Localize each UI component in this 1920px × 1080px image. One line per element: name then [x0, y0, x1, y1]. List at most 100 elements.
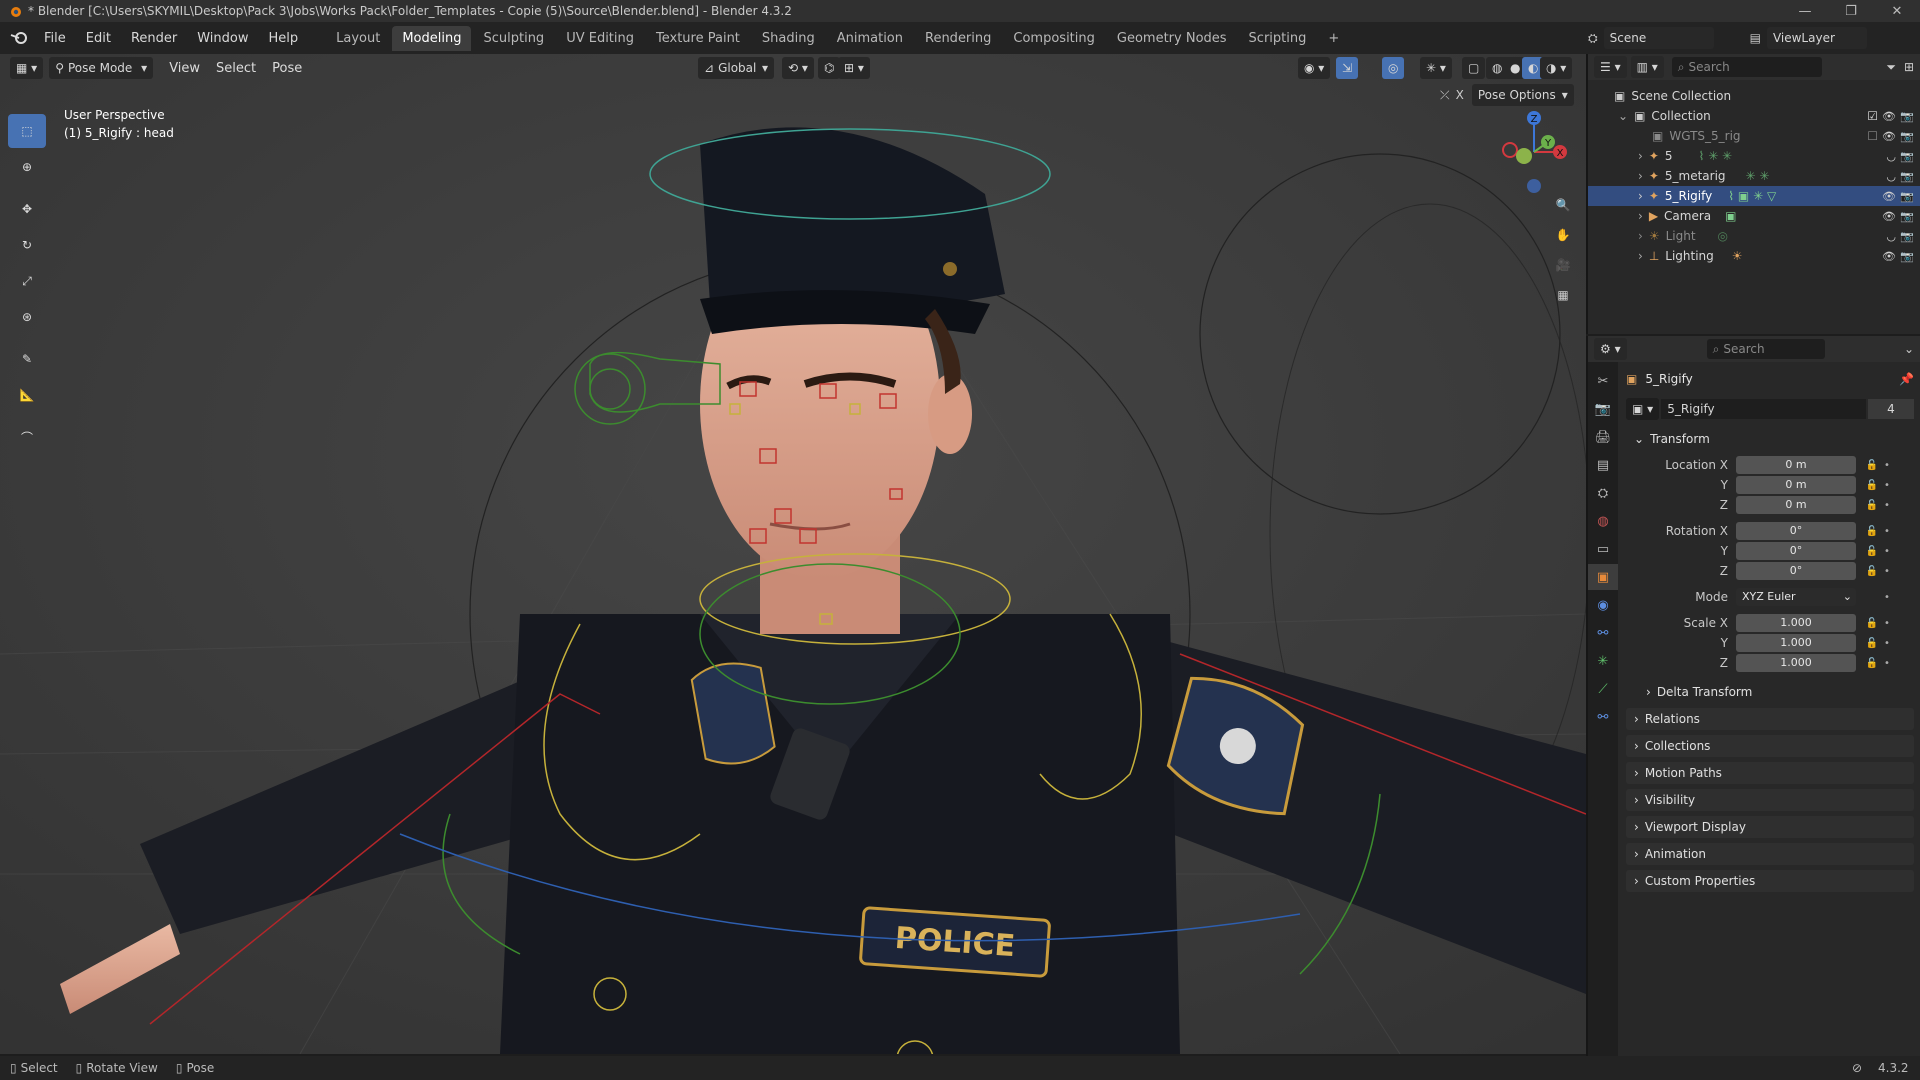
scale-x-field[interactable]: 1.000 — [1736, 614, 1856, 632]
keyframe-dot-icon[interactable]: • — [1882, 566, 1892, 577]
menu-render[interactable]: Render — [121, 31, 187, 46]
pan-hand-icon[interactable]: ✋ — [1548, 220, 1578, 250]
eye-closed-icon[interactable]: ◡ — [1886, 170, 1896, 183]
eye-closed-icon[interactable]: ◡ — [1886, 150, 1896, 163]
camera-render-icon[interactable]: 📷 — [1900, 230, 1914, 243]
keyframe-dot-icon[interactable]: • — [1882, 500, 1892, 511]
ortho-grid-icon[interactable]: ▦ — [1548, 280, 1578, 310]
tab-scene[interactable]: ⛭ — [1588, 480, 1618, 506]
tab-render[interactable]: 📷 — [1588, 396, 1618, 422]
snap-target-button[interactable]: ⊞ ▾ — [838, 57, 870, 79]
lock-icon[interactable]: 🔓 — [1862, 618, 1882, 629]
keyframe-dot-icon[interactable]: • — [1882, 546, 1892, 557]
outliner-row-5[interactable]: › ✦ 5 ⌇ ✳ ✳ ◡ 📷 — [1588, 146, 1920, 166]
lock-icon[interactable]: 🔓 — [1862, 500, 1882, 511]
expand-icon[interactable]: › — [1638, 229, 1643, 243]
tab-view-layer[interactable]: ▤ — [1588, 452, 1618, 478]
outliner-display-mode[interactable]: ▥ ▾ — [1630, 56, 1664, 78]
camera-render-icon[interactable]: 📷 — [1900, 150, 1914, 163]
camera-render-icon[interactable]: 📷 — [1900, 130, 1914, 143]
lock-icon[interactable]: 🔓 — [1862, 460, 1882, 471]
rotation-y-field[interactable]: 0° — [1736, 542, 1856, 560]
view-layer-selector[interactable]: ViewLayer — [1766, 27, 1867, 49]
tab-uv-editing[interactable]: UV Editing — [556, 26, 644, 51]
relax-pose-tool[interactable]: ⌒ — [8, 420, 46, 454]
keyframe-dot-icon[interactable]: • — [1882, 480, 1892, 491]
close-button[interactable]: ✕ — [1874, 0, 1920, 22]
minimize-button[interactable]: — — [1782, 0, 1828, 22]
tab-world[interactable]: ◍ — [1588, 508, 1618, 534]
tab-tool[interactable]: ✂ — [1588, 368, 1618, 394]
outliner-row-lighting[interactable]: › ⊥ Lighting ☀ 👁 📷 — [1588, 246, 1920, 266]
xray-toggle[interactable]: ▢ — [1462, 57, 1486, 79]
new-collection-icon[interactable]: ⊞ — [1904, 60, 1914, 74]
lock-icon[interactable]: 🔓 — [1862, 480, 1882, 491]
tab-collection[interactable]: ▭ — [1588, 536, 1618, 562]
gizmo-neg-x-icon[interactable] — [1502, 142, 1518, 158]
eye-closed-icon[interactable]: ◡ — [1886, 230, 1896, 243]
move-tool[interactable]: ✥ — [8, 192, 46, 226]
lock-icon[interactable]: 🔓 — [1862, 658, 1882, 669]
lock-icon[interactable]: 🔓 — [1862, 526, 1882, 537]
pose-sym-icon[interactable]: ⤫ — [1440, 88, 1450, 103]
location-y-field[interactable]: 0 m — [1736, 476, 1856, 494]
expand-icon[interactable]: › — [1638, 209, 1643, 223]
lock-icon[interactable]: 🔓 — [1862, 546, 1882, 557]
scale-y-field[interactable]: 1.000 — [1736, 634, 1856, 652]
lock-icon[interactable]: 🔓 — [1862, 638, 1882, 649]
keyframe-dot-icon[interactable]: • — [1882, 638, 1892, 649]
keyframe-dot-icon[interactable]: • — [1882, 526, 1892, 537]
collection-checkbox[interactable]: ☐ — [1867, 129, 1878, 143]
tab-bone[interactable]: ⟋ — [1588, 676, 1618, 702]
menu-window[interactable]: Window — [187, 31, 258, 46]
pose-x-mirror[interactable]: X — [1456, 88, 1464, 102]
pose-options-button[interactable]: Pose Options ▾ — [1471, 84, 1574, 106]
maximize-button[interactable]: ❐ — [1828, 0, 1874, 22]
blender-menu-icon[interactable] — [10, 31, 28, 45]
panel-custom-properties[interactable]: › Custom Properties — [1626, 870, 1914, 892]
expand-icon[interactable]: ⌄ — [1618, 109, 1628, 123]
datablock-browse[interactable]: ▣ ▾ — [1626, 398, 1660, 420]
3d-viewport[interactable]: POLICE ▦ ▾ ⚲ Pose Mode ▾ View Select Pos… — [0, 54, 1586, 1054]
camera-render-icon[interactable]: 📷 — [1900, 250, 1914, 263]
eye-icon[interactable]: 👁 — [1882, 190, 1896, 203]
outliner-row-wgts[interactable]: ▣ WGTS_5_rig ☐ 👁 📷 — [1588, 126, 1920, 146]
expand-icon[interactable]: › — [1638, 189, 1643, 203]
outliner-search[interactable]: ⌕ Search — [1671, 57, 1822, 77]
datablock-name-field[interactable]: 5_Rigify — [1661, 399, 1866, 419]
tab-geometry-nodes[interactable]: Geometry Nodes — [1107, 26, 1237, 51]
lock-icon[interactable]: 🔓 — [1862, 566, 1882, 577]
rotation-z-field[interactable]: 0° — [1736, 562, 1856, 580]
panel-animation[interactable]: › Animation — [1626, 843, 1914, 865]
menu-pose[interactable]: Pose — [264, 61, 310, 76]
rotate-tool[interactable]: ↻ — [8, 228, 46, 262]
gizmo-neg-y-icon[interactable] — [1516, 148, 1532, 164]
menu-edit[interactable]: Edit — [76, 31, 121, 46]
pivot-point-button[interactable]: ⟲ ▾ — [782, 57, 814, 79]
camera-render-icon[interactable]: 📷 — [1900, 190, 1914, 203]
properties-search[interactable]: ⌕ Search — [1706, 339, 1825, 359]
annotate-tool[interactable]: ✎ — [8, 342, 46, 376]
tab-constraints[interactable]: ⚯ — [1588, 620, 1618, 646]
eye-icon[interactable]: 👁 — [1882, 110, 1896, 123]
tab-sculpting[interactable]: Sculpting — [473, 26, 554, 51]
user-count[interactable]: 4 — [1868, 399, 1914, 419]
keyframe-dot-icon[interactable]: • — [1882, 592, 1892, 603]
rotation-x-field[interactable]: 0° — [1736, 522, 1856, 540]
tab-rendering[interactable]: Rendering — [915, 26, 1001, 51]
camera-render-icon[interactable]: 📷 — [1900, 110, 1914, 123]
keyframe-dot-icon[interactable]: • — [1882, 460, 1892, 471]
tab-armature-data[interactable]: ✳ — [1588, 648, 1618, 674]
scale-tool[interactable]: ⤢ — [8, 264, 46, 298]
outliner-row-collection[interactable]: ⌄ ▣ Collection ☑ 👁 📷 — [1588, 106, 1920, 126]
panel-visibility[interactable]: › Visibility — [1626, 789, 1914, 811]
measure-tool[interactable]: 📐 — [8, 378, 46, 412]
tab-modeling[interactable]: Modeling — [392, 25, 472, 51]
expand-icon[interactable]: › — [1638, 169, 1643, 183]
properties-editor-type[interactable]: ⚙ ▾ — [1594, 338, 1627, 360]
menu-file[interactable]: File — [34, 31, 76, 46]
collection-checkbox[interactable]: ☑ — [1867, 109, 1878, 123]
pin-icon[interactable]: 📌 — [1899, 372, 1914, 386]
tab-bone-constraints[interactable]: ⚯ — [1588, 704, 1618, 730]
tab-scripting[interactable]: Scripting — [1239, 26, 1317, 51]
